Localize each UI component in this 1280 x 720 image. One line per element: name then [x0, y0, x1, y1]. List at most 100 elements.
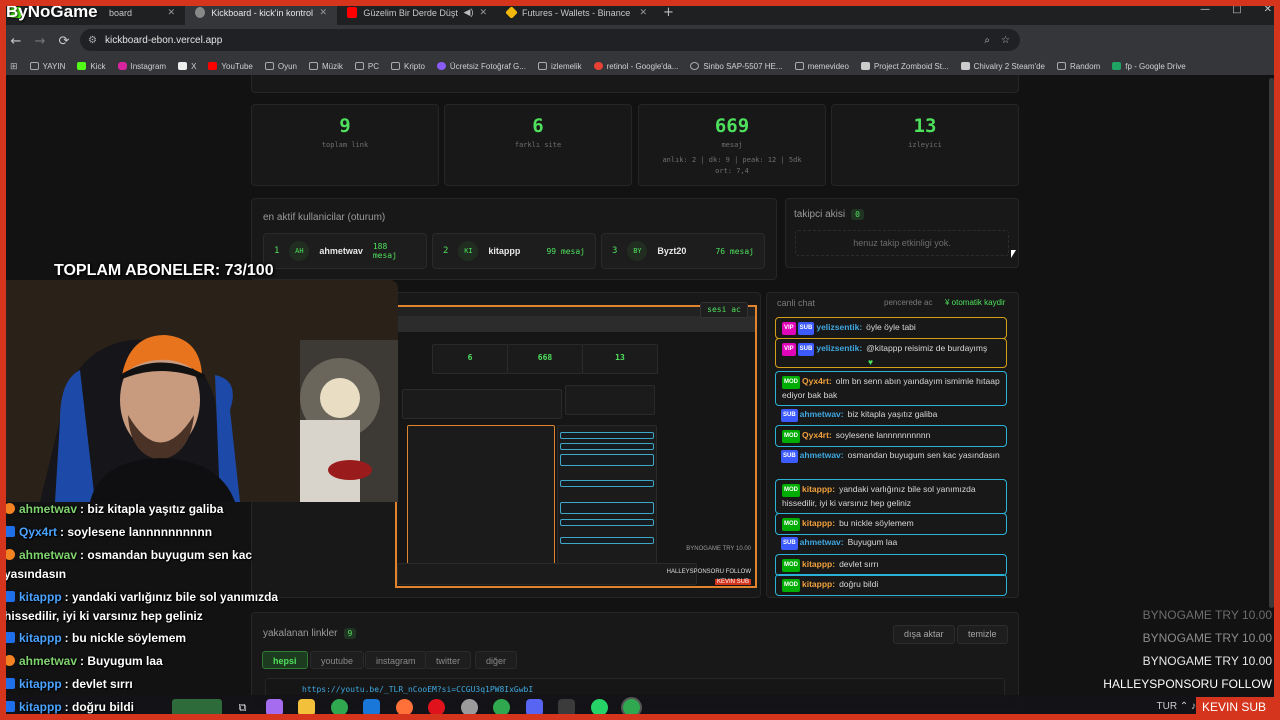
tab-youtube-song[interactable]: Güzelim Bir Derde Düştüm ◀︎) ✕ — [337, 0, 497, 25]
apps-grid-icon[interactable]: ⊞ — [10, 61, 18, 72]
instagram-icon — [117, 62, 127, 70]
site-info-icon[interactable]: ⚙ — [88, 35, 97, 46]
user-message-count: 76 mesaj — [715, 246, 754, 256]
bookmark-item[interactable]: YouTube — [208, 62, 253, 71]
filter-twitter[interactable]: twitter — [425, 651, 472, 669]
clear-button[interactable]: temizle — [957, 625, 1008, 644]
close-tab-icon[interactable]: ✕ — [639, 7, 647, 18]
chrome-active-icon[interactable] — [623, 699, 640, 716]
tab-kickboard-active[interactable]: Kickboard - kick'in kontrol panel ✕ — [185, 0, 337, 25]
weather-widget-icon[interactable] — [172, 699, 222, 716]
bookmark-item[interactable]: Project Zomboid St... — [860, 62, 949, 71]
top-user-chip[interactable]: 3 BY Byzt20 76 mesaj — [601, 233, 765, 269]
overlay-username: kitappp — [19, 677, 62, 691]
mod-badge: MOD — [782, 484, 800, 497]
chat-username[interactable]: ahmetwav: — [800, 537, 844, 547]
file-explorer-icon[interactable] — [298, 699, 315, 716]
bookmark-item[interactable]: YAYIN — [29, 62, 65, 71]
filter-youtube[interactable]: youtube — [310, 651, 365, 669]
stat-label: mesaj — [721, 141, 743, 149]
top-user-chip[interactable]: 1 AH ahmetwav 188 mesaj — [263, 233, 427, 269]
bookmark-item[interactable]: retinol - Google'da... — [593, 62, 678, 71]
close-tab-icon[interactable]: ✕ — [479, 7, 487, 18]
bookmark-item[interactable]: PC — [354, 62, 379, 71]
bookmark-item[interactable]: Müzik — [308, 62, 343, 71]
overlay-donation-line: BYNOGAME TRY 10.00 — [1142, 608, 1272, 622]
unmute-button[interactable]: sesi ac — [700, 302, 748, 318]
bookmark-item[interactable]: Ücretsiz Fotoğraf G... — [436, 62, 526, 71]
chat-message: MOD Qyx4rt: olm bn senn abın yaındayım ism… — [775, 371, 1007, 406]
preview-stat: 13 — [582, 344, 658, 374]
speaker-icon[interactable]: ◀︎) — [464, 7, 474, 18]
page-scrollbar[interactable] — [1269, 78, 1274, 608]
bookmark-item[interactable]: memevideo — [794, 62, 849, 71]
chat-username[interactable]: ahmetwav: — [800, 450, 844, 460]
opera-icon[interactable] — [428, 699, 445, 716]
bookmark-star-icon[interactable]: ☆ — [1001, 35, 1010, 46]
close-tab-icon[interactable]: ✕ — [167, 7, 175, 18]
chat-username[interactable]: kitappp: — [802, 518, 835, 528]
chat-username[interactable]: Qyx4rt: — [802, 376, 832, 386]
chat-username[interactable]: kitappp: — [802, 559, 835, 569]
bookmark-item[interactable]: Instagram — [117, 62, 166, 71]
chat-message: MOD Qyx4rt: soylesene lannnnnnnnnn — [775, 425, 1007, 447]
zoom-icon[interactable]: ⌕ — [984, 35, 990, 46]
overlay-donation-line: BYNOGAME TRY 10.00 — [1142, 654, 1272, 668]
user-avatar: KI — [458, 241, 479, 261]
tab-label: Güzelim Bir Derde Düştüm — [363, 7, 458, 18]
preview-chat-line — [560, 432, 654, 439]
new-tab-icon[interactable]: + — [663, 5, 674, 20]
minimize-icon[interactable]: — — [1200, 4, 1210, 15]
bookmark-item[interactable]: Random — [1056, 62, 1100, 71]
forward-icon[interactable]: → — [28, 34, 52, 49]
chat-username[interactable]: kitappp: — [802, 484, 835, 494]
bookmark-item[interactable]: X — [178, 62, 196, 71]
copilot-icon[interactable] — [266, 699, 283, 716]
mod-badge: MOD — [782, 559, 800, 572]
back-icon[interactable]: ← — [4, 34, 28, 49]
top-user-chip[interactable]: 2 KI kitappp 99 mesaj — [432, 233, 596, 269]
chat-username[interactable]: yelizsentik: — [816, 322, 862, 332]
preview-overlay-line: KEVIN SUB — [714, 579, 751, 585]
rank-number: 2 — [443, 246, 449, 256]
export-button[interactable]: dışa aktar — [893, 625, 955, 644]
url-input[interactable]: ⚙ kickboard-ebon.vercel.app ⌕ ☆ — [80, 29, 1020, 51]
maximize-icon[interactable]: □ — [1232, 4, 1241, 15]
kick-icon — [77, 62, 87, 70]
system-tray[interactable]: TUR ⌃ ♪ — [1157, 701, 1197, 712]
filter-all[interactable]: hepsi — [262, 651, 308, 669]
reload-icon[interactable]: ⟳ — [52, 34, 76, 49]
bookmark-item[interactable]: Chivalry 2 Steam'de — [960, 62, 1045, 71]
chat-username[interactable]: kitappp: — [802, 579, 835, 589]
filter-instagram[interactable]: instagram — [365, 651, 427, 669]
chat-username[interactable]: ahmetwav: — [800, 409, 844, 419]
filter-other[interactable]: diğer — [475, 651, 518, 669]
bookmark-item[interactable]: Oyun — [264, 62, 297, 71]
link-url[interactable]: https://youtu.be/_TLR_nCooEM?si=CCGU3q1P… — [302, 685, 533, 694]
autoscroll-toggle[interactable]: ¥ otomatik kaydir — [945, 298, 1005, 307]
close-window-icon[interactable]: ✕ — [1264, 4, 1272, 15]
chrome-alt-icon[interactable] — [493, 699, 510, 716]
whatsapp-icon[interactable] — [591, 699, 608, 716]
chat-username[interactable]: yelizsentik: — [816, 343, 862, 353]
mod-icon — [4, 632, 15, 643]
discord-icon[interactable] — [526, 699, 543, 716]
bookmarks-bar: ⊞ YAYIN Kick Instagram X YouTube Oyun Mü… — [0, 57, 1280, 75]
chrome-icon[interactable] — [331, 699, 348, 716]
obs-icon[interactable] — [461, 699, 478, 716]
app-icon[interactable] — [558, 699, 575, 716]
outlook-icon[interactable] — [363, 699, 380, 716]
close-tab-icon[interactable]: ✕ — [319, 7, 327, 18]
bookmark-item[interactable]: Kripto — [391, 62, 425, 71]
open-in-window-link[interactable]: pencerede ac — [884, 298, 932, 307]
bookmark-item[interactable]: Sinbo SAP-5507 HE... — [690, 62, 783, 71]
bookmark-item[interactable]: Kick — [77, 62, 106, 71]
tab-binance[interactable]: Futures - Wallets - Binance ✕ — [497, 0, 657, 25]
bookmark-item[interactable]: fp - Google Drive — [1112, 62, 1186, 71]
overlay-chat-line: kitappp: devlet sırrı — [4, 677, 133, 691]
task-view-icon[interactable]: ⧉ — [234, 699, 251, 716]
chat-message: MOD kitappp: doğru bildi — [775, 574, 1007, 596]
firefox-icon[interactable] — [396, 699, 413, 716]
chat-username[interactable]: Qyx4rt: — [802, 430, 832, 440]
bookmark-item[interactable]: izlemelik — [537, 62, 582, 71]
